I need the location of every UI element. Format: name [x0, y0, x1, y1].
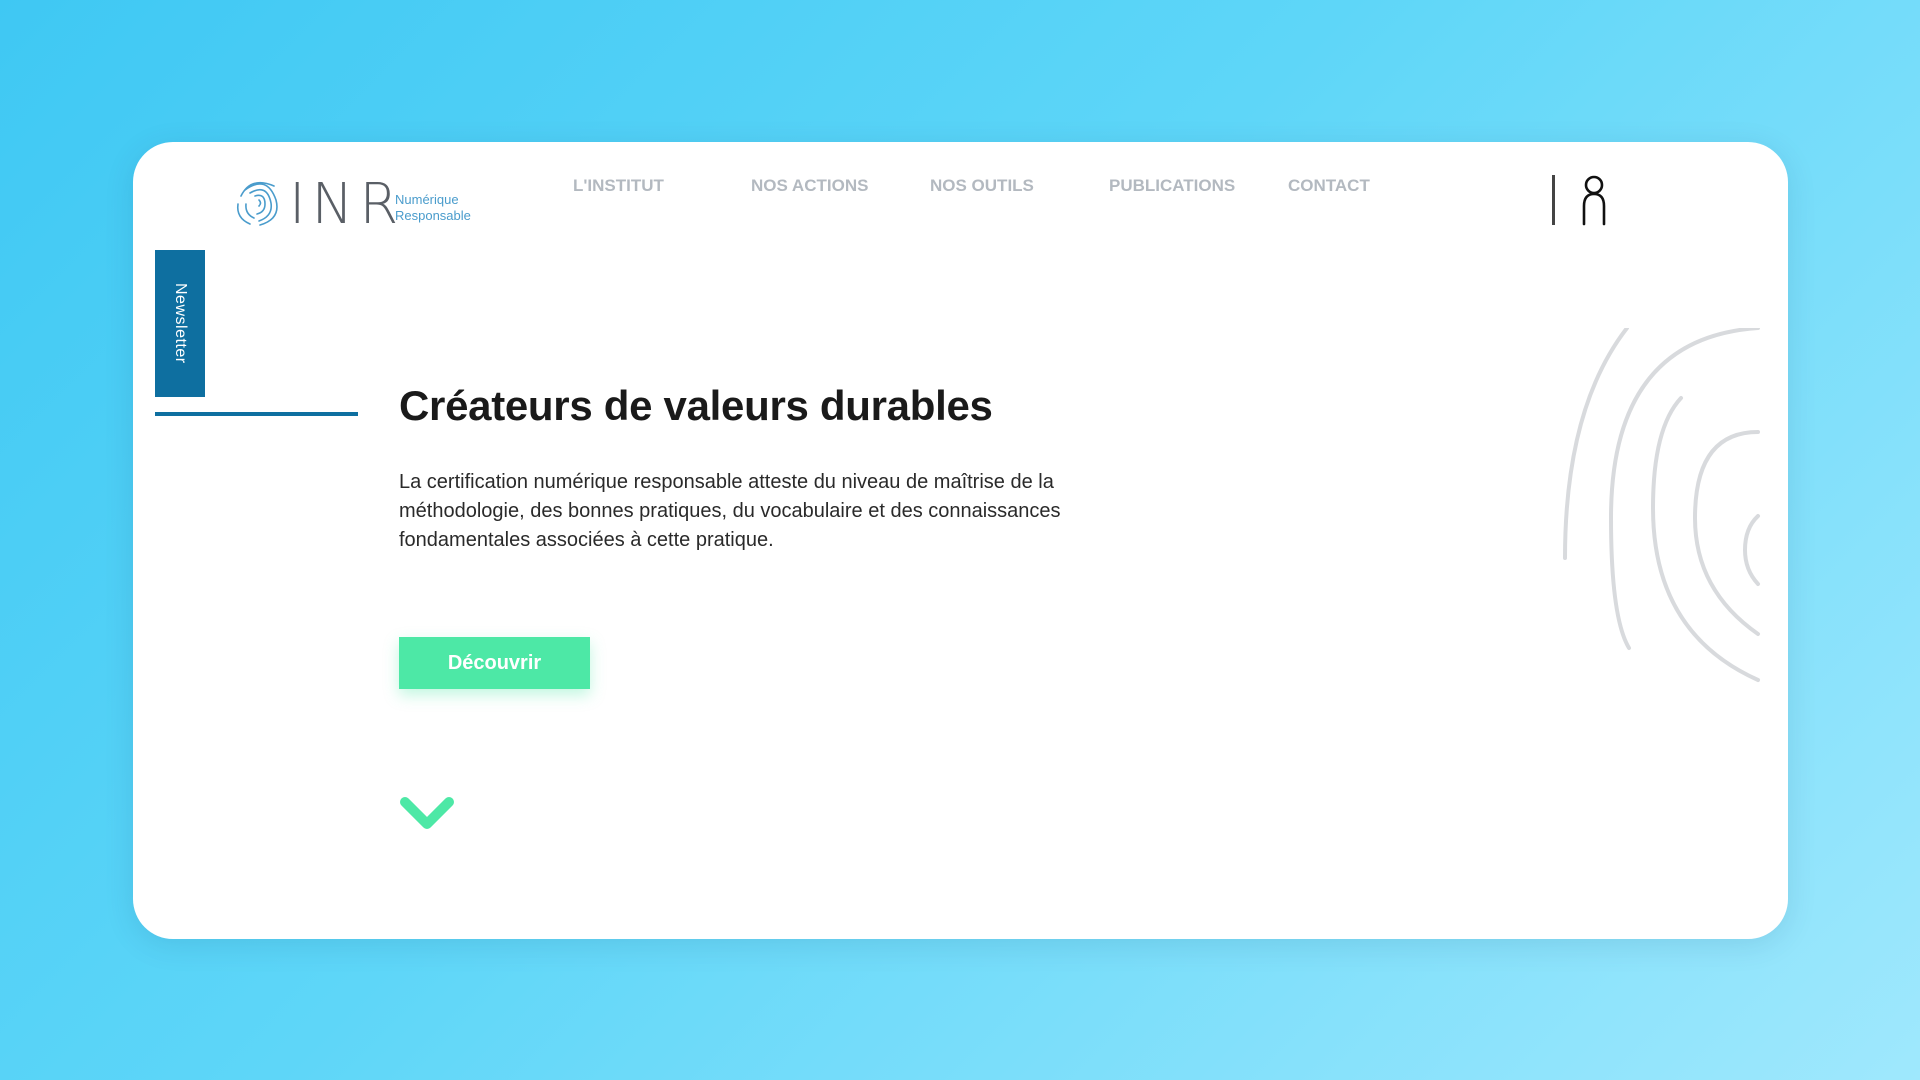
logo-subtitle-line1: Numérique — [395, 192, 459, 207]
newsletter-tab[interactable]: Newsletter — [155, 250, 205, 397]
newsletter-label: Newsletter — [172, 283, 189, 364]
discover-button[interactable]: Découvrir — [399, 637, 590, 689]
logo-letters: INR — [289, 172, 405, 237]
nav-item-outils[interactable]: NOS OUTILS — [930, 176, 1034, 196]
nav-divider — [1552, 175, 1555, 225]
hero-title: Créateurs de valeurs durables — [399, 382, 993, 429]
nav-item-contact[interactable]: CONTACT — [1288, 176, 1370, 196]
nav-item-publications[interactable]: PUBLICATIONS — [1109, 176, 1235, 196]
scroll-down-button[interactable] — [399, 794, 455, 839]
user-account-button[interactable] — [1578, 174, 1610, 231]
main-card: INR Numérique Responsable L'INSTITUT NOS… — [133, 142, 1788, 939]
fingerprint-icon — [236, 181, 278, 226]
nav-item-institut[interactable]: L'INSTITUT — [573, 176, 664, 196]
logo-subtitle: Numérique Responsable — [395, 192, 471, 224]
site-logo[interactable]: INR Numérique Responsable — [233, 172, 493, 237]
chevron-down-icon — [400, 797, 454, 829]
user-icon — [1582, 175, 1606, 226]
fingerprint-decoration — [1563, 326, 1763, 693]
nav-item-actions[interactable]: NOS ACTIONS — [751, 176, 868, 196]
accent-line — [155, 412, 358, 416]
hero-description: La certification numérique responsable a… — [399, 471, 1061, 551]
logo-subtitle-line2: Responsable — [395, 208, 471, 223]
